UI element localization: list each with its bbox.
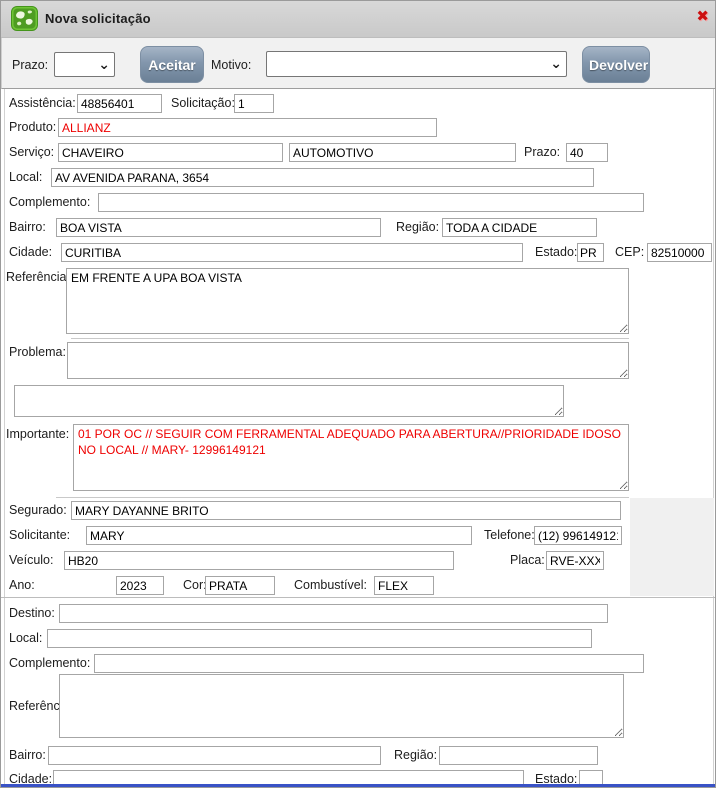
prazo-select-wrap: ⌄ xyxy=(54,52,115,77)
combustivel-label: Combustível: xyxy=(294,578,367,592)
globe-icon xyxy=(11,6,38,31)
prazo-label: Prazo: xyxy=(524,145,561,159)
separator xyxy=(56,497,629,498)
prazo-input[interactable] xyxy=(566,143,608,162)
bairro-input[interactable] xyxy=(56,218,381,237)
nova-solicitacao-dialog: Nova solicitação ✖ Prazo: ⌄ Aceitar Moti… xyxy=(0,0,716,788)
toolbar-motivo-label: Motivo: xyxy=(211,58,252,72)
problema-extra-textarea[interactable] xyxy=(14,385,564,417)
panel-left-border xyxy=(4,89,5,784)
title-bar: Nova solicitação ✖ xyxy=(1,1,715,38)
complemento-label: Complemento: xyxy=(9,195,91,209)
estado-input[interactable] xyxy=(577,243,604,262)
close-icon[interactable]: ✖ xyxy=(696,9,709,24)
destino-bairro-label: Bairro: xyxy=(9,748,46,762)
cidade-input[interactable] xyxy=(61,243,523,262)
cor-input[interactable] xyxy=(205,576,275,595)
assistencia-input[interactable] xyxy=(77,94,162,113)
servico-input[interactable] xyxy=(58,143,283,162)
placa-input[interactable] xyxy=(546,551,604,570)
servico-tipo-input[interactable] xyxy=(289,143,516,162)
destino-complemento-input[interactable] xyxy=(94,654,644,673)
combustivel-input[interactable] xyxy=(374,576,434,595)
segurado-label: Segurado: xyxy=(9,503,67,517)
importante-textarea[interactable]: 01 POR OC // SEGUIR COM FERRAMENTAL ADEQ… xyxy=(73,424,629,491)
toolbar: Prazo: ⌄ Aceitar Motivo: ⌄ Devolver xyxy=(1,38,715,89)
solicitante-input[interactable] xyxy=(86,526,472,545)
solicitante-label: Solicitante: xyxy=(9,528,71,542)
destino-referencia-textarea[interactable] xyxy=(59,674,624,738)
regiao-label: Região: xyxy=(396,220,440,234)
problema-textarea[interactable] xyxy=(67,342,629,379)
separator xyxy=(1,597,715,598)
dialog-title: Nova solicitação xyxy=(45,11,151,26)
cidade-label: Cidade: xyxy=(9,245,53,259)
motivo-select[interactable] xyxy=(266,51,567,77)
panel-right-border xyxy=(713,89,714,784)
regiao-input[interactable] xyxy=(442,218,597,237)
complemento-input[interactable] xyxy=(98,193,644,212)
veiculo-input[interactable] xyxy=(64,551,454,570)
assistencia-label: Assistência: xyxy=(9,96,76,110)
produto-label: Produto: xyxy=(9,120,57,134)
telefone-label: Telefone: xyxy=(484,528,535,542)
solicitacao-label: Solicitação: xyxy=(171,96,235,110)
referencias-textarea[interactable]: EM FRENTE A UPA BOA VISTA xyxy=(66,268,629,334)
telefone-input[interactable] xyxy=(534,526,622,545)
cor-label: Cor: xyxy=(183,578,207,592)
cep-label: CEP: xyxy=(615,245,645,259)
destino-input[interactable] xyxy=(59,604,608,623)
local-label: Local: xyxy=(9,170,43,184)
bottom-window-edge xyxy=(1,784,715,787)
segurado-input[interactable] xyxy=(71,501,621,520)
separator xyxy=(71,338,629,339)
produto-input[interactable] xyxy=(58,118,437,137)
destino-label: Destino: xyxy=(9,606,55,620)
destino-regiao-label: Região: xyxy=(394,748,438,762)
placa-label: Placa: xyxy=(510,553,545,567)
aceitar-button[interactable]: Aceitar xyxy=(140,46,204,83)
solicitacao-input[interactable] xyxy=(234,94,274,113)
destino-regiao-input[interactable] xyxy=(439,746,598,765)
veiculo-label: Veículo: xyxy=(9,553,54,567)
estado-label: Estado: xyxy=(535,245,578,259)
ano-input[interactable] xyxy=(116,576,164,595)
destino-local-label: Local: xyxy=(9,631,43,645)
importante-label: Importante: xyxy=(6,427,70,441)
destino-complemento-label: Complemento: xyxy=(9,656,91,670)
local-input[interactable] xyxy=(51,168,594,187)
cep-input[interactable] xyxy=(647,243,712,262)
bairro-label: Bairro: xyxy=(9,220,46,234)
destino-bairro-input[interactable] xyxy=(48,746,381,765)
toolbar-prazo-label: Prazo: xyxy=(12,58,49,72)
ano-label: Ano: xyxy=(9,578,35,592)
devolver-button[interactable]: Devolver xyxy=(582,46,650,83)
prazo-select[interactable] xyxy=(54,52,115,77)
servico-label: Serviço: xyxy=(9,145,55,159)
motivo-select-wrap: ⌄ xyxy=(266,51,567,77)
panel-margin xyxy=(630,498,714,596)
problema-label: Problema: xyxy=(9,345,66,359)
destino-local-input[interactable] xyxy=(47,629,592,648)
